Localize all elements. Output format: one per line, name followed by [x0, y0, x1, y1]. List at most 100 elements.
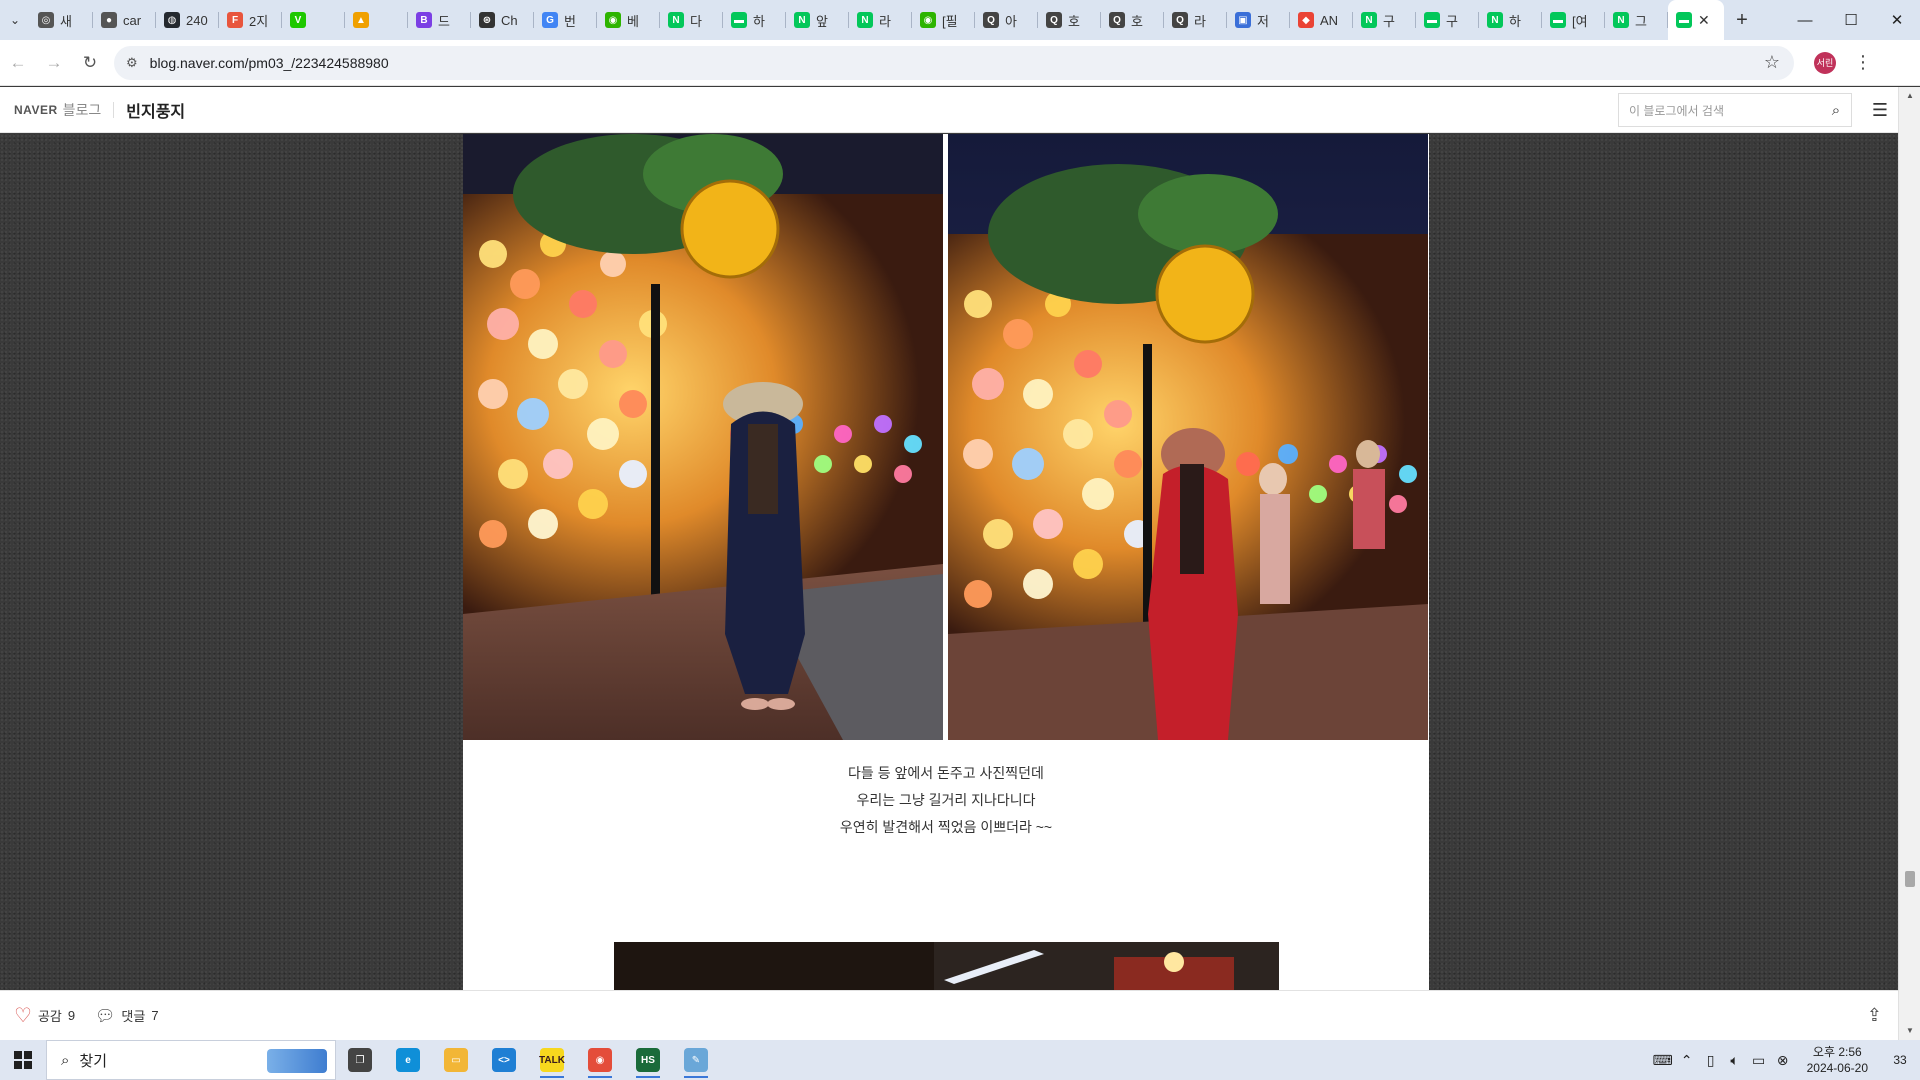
chrome-icon: ◉: [588, 1048, 612, 1072]
browser-tab[interactable]: ▣ 저: [1227, 0, 1290, 40]
address-bar[interactable]: ⚙ blog.naver.com/pm03_/223424588980 ☆: [114, 45, 1794, 80]
taskbar-app-task-view[interactable]: ❐: [336, 1040, 384, 1080]
blog-search-input[interactable]: 이 블로그에서 검색: [1629, 102, 1821, 119]
taskbar-app-chrome[interactable]: ◉: [576, 1040, 624, 1080]
taskbar-app-vscode[interactable]: <>: [480, 1040, 528, 1080]
browser-tab[interactable]: N앞: [786, 0, 849, 40]
tab-title: 호: [1131, 13, 1143, 29]
taskbar-app-hs-app[interactable]: HS: [624, 1040, 672, 1080]
profile-avatar[interactable]: 서린: [1814, 51, 1836, 74]
heart-icon: ♡: [14, 1005, 32, 1027]
notification-center-button[interactable]: 33: [1880, 1053, 1920, 1067]
tab-favicon-icon: ◉: [605, 12, 621, 28]
browser-tab[interactable]: ● car: [93, 0, 156, 40]
scroll-up-arrow-icon[interactable]: ▲: [1899, 87, 1920, 105]
browser-tab[interactable]: ▬ [여: [1542, 0, 1605, 40]
browser-tab[interactable]: ▬ 하: [723, 0, 786, 40]
browser-menu-icon[interactable]: ⋮: [1854, 52, 1872, 73]
blog-search-box[interactable]: 이 블로그에서 검색 ⌕: [1618, 93, 1852, 127]
search-icon[interactable]: ⌕: [1821, 102, 1851, 119]
input-method-icon[interactable]: ⌨: [1651, 1052, 1675, 1069]
blog-header: NAVER 블로그 빈지풍지 이 블로그에서 검색 ⌕ ☰: [0, 87, 1898, 133]
clock-date: 2024-06-20: [1806, 1061, 1868, 1075]
taskbar-app-edge[interactable]: e: [384, 1040, 432, 1080]
browser-tab[interactable]: N다: [660, 0, 723, 40]
windows-taskbar: ⌕ 찾기 ❐ e ▭ <> TALK ◉ HS ✎ ⌨ ⌃ ▯ 🔈︎ ▭ ⊗ 오후 2:56 …: [0, 1040, 1920, 1080]
status-icon[interactable]: ⊗: [1771, 1052, 1795, 1069]
tab-close-icon[interactable]: ✕: [1698, 12, 1710, 29]
browser-tab[interactable]: V: [282, 0, 345, 40]
browser-tab[interactable]: Q호: [1101, 0, 1164, 40]
bookmark-star-icon[interactable]: ☆: [1764, 52, 1780, 73]
notification-count: 33: [1893, 1053, 1907, 1067]
blog-title[interactable]: 빈지풍지: [126, 98, 185, 122]
forward-button[interactable]: →: [36, 45, 72, 81]
browser-tab[interactable]: ◆ AN: [1290, 0, 1353, 40]
tab-title: 하: [753, 13, 765, 29]
browser-tab[interactable]: N그: [1605, 0, 1668, 40]
close-window-button[interactable]: ✕: [1874, 0, 1920, 40]
share-icon[interactable]: ⇪: [1867, 1005, 1882, 1026]
browser-tab[interactable]: ⊛ Ch: [471, 0, 534, 40]
taskbar-app-file-explorer[interactable]: ▭: [432, 1040, 480, 1080]
search-highlight-image: [267, 1049, 327, 1073]
file-explorer-icon: ▭: [444, 1048, 468, 1072]
blog-home-link[interactable]: 블로그: [63, 100, 102, 120]
browser-tab[interactable]: N라: [849, 0, 912, 40]
browser-tab[interactable]: Q아: [975, 0, 1038, 40]
browser-tab[interactable]: ▲: [345, 0, 408, 40]
taskbar-search-box[interactable]: ⌕ 찾기: [46, 1040, 336, 1080]
network-icon[interactable]: ▭: [1747, 1052, 1771, 1069]
browser-tab[interactable]: G번: [534, 0, 597, 40]
tab-favicon-icon: F: [227, 12, 243, 28]
hamburger-menu-icon[interactable]: ☰: [1872, 100, 1888, 121]
browser-tab[interactable]: N구: [1353, 0, 1416, 40]
taskbar-clock[interactable]: 오후 2:56 2024-06-20: [1807, 1044, 1868, 1076]
scrollbar-thumb[interactable]: [1905, 871, 1915, 887]
tab-favicon-icon: ▬: [1550, 12, 1566, 28]
browser-tab[interactable]: ◍ 240: [156, 0, 219, 40]
back-button[interactable]: ←: [0, 45, 36, 81]
post-photo-lantern-street-2[interactable]: [948, 134, 1428, 740]
tab-title: 구: [1383, 13, 1395, 29]
volume-icon[interactable]: 🔈︎: [1723, 1052, 1747, 1069]
minimize-button[interactable]: —: [1782, 0, 1828, 40]
device-icon[interactable]: ▯: [1699, 1052, 1723, 1069]
browser-tab[interactable]: Q라: [1164, 0, 1227, 40]
browser-tab[interactable]: ◉ [필: [912, 0, 975, 40]
browser-tab[interactable]: ▬ 구: [1416, 0, 1479, 40]
like-button[interactable]: ♡ 공감 9: [14, 1003, 75, 1028]
tab-favicon-icon: V: [290, 12, 306, 28]
search-icon: ⌕: [61, 1051, 70, 1069]
tab-title: Ch: [501, 12, 518, 28]
edge-icon: e: [396, 1048, 420, 1072]
taskbar-app-kakaotalk[interactable]: TALK: [528, 1040, 576, 1080]
naver-logo[interactable]: NAVER: [14, 103, 58, 117]
show-hidden-icons-icon[interactable]: ⌃: [1675, 1052, 1699, 1069]
post-action-bar: ♡ 공감 9 💬︎ 댓글 7 ⇪: [0, 990, 1898, 1040]
browser-tab[interactable]: Q호: [1038, 0, 1101, 40]
tab-title: 드: [438, 13, 450, 29]
reload-button[interactable]: ↻: [72, 45, 108, 81]
browser-tab[interactable]: ◎ 새: [30, 0, 93, 40]
comment-button[interactable]: 💬︎ 댓글 7: [95, 1006, 158, 1026]
browser-tab[interactable]: N하: [1479, 0, 1542, 40]
scroll-down-arrow-icon[interactable]: ▼: [1899, 1022, 1920, 1040]
post-photo-lantern-street-1[interactable]: [463, 134, 943, 740]
new-tab-button[interactable]: +: [1724, 0, 1760, 40]
url-text[interactable]: blog.naver.com/pm03_/223424588980: [150, 55, 1764, 71]
browser-tab[interactable]: F 2지: [219, 0, 282, 40]
like-label: 공감: [37, 1009, 62, 1024]
tab-title: [여: [1572, 13, 1588, 29]
tab-active[interactable]: ▬ ✕: [1668, 0, 1724, 40]
caption-line: 다들 등 앞에서 돈주고 사진찍던데: [848, 765, 1044, 781]
tab-search-button[interactable]: ⌄: [0, 0, 30, 40]
page-scrollbar[interactable]: ▲ ▼: [1898, 87, 1920, 1040]
post-photo-next[interactable]: [614, 942, 1279, 990]
maximize-button[interactable]: ☐: [1828, 0, 1874, 40]
browser-tab[interactable]: B드: [408, 0, 471, 40]
site-info-icon[interactable]: ⚙: [126, 55, 138, 71]
browser-tab[interactable]: ◉ 베: [597, 0, 660, 40]
taskbar-app-notepad[interactable]: ✎: [672, 1040, 720, 1080]
start-button[interactable]: [0, 1040, 46, 1080]
